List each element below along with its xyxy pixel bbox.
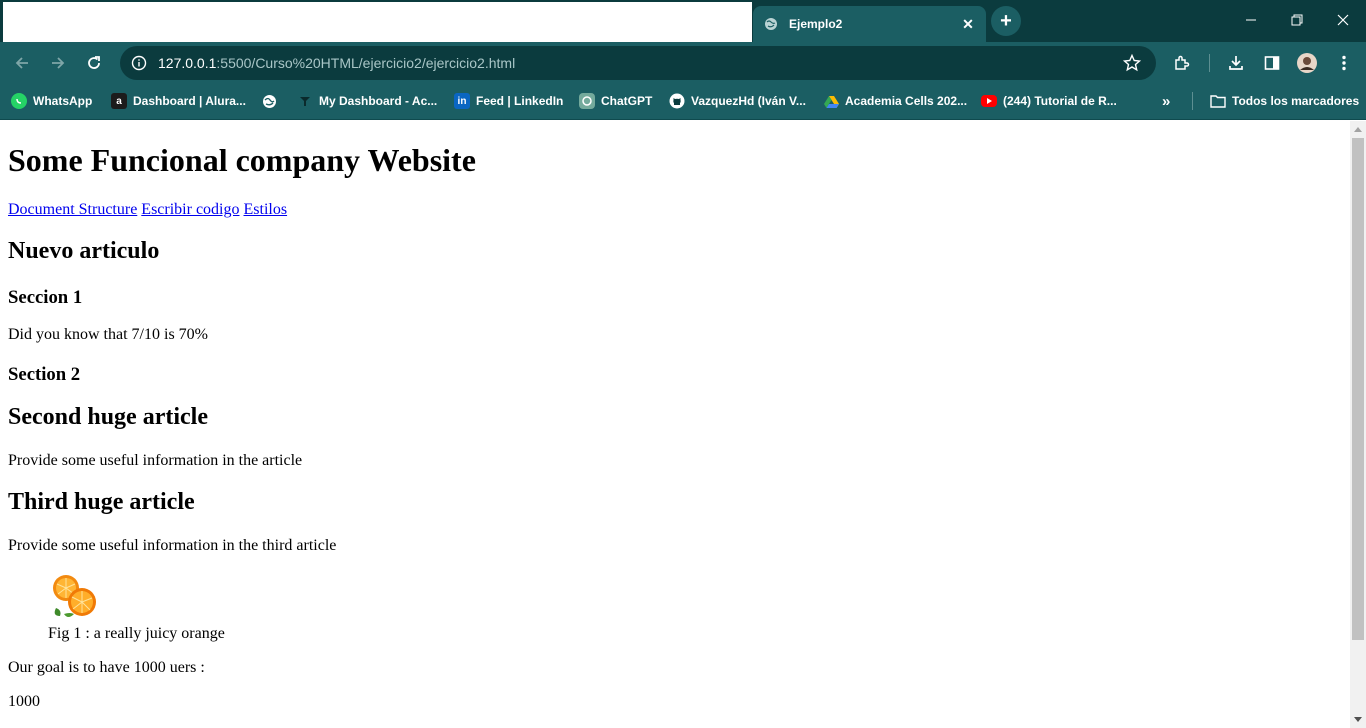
bookmark-label: VazquezHd (Iván V... — [691, 94, 806, 108]
side-panel-icon[interactable] — [1259, 50, 1285, 76]
bookmarks-overflow-button[interactable]: » — [1162, 91, 1170, 111]
youtube-icon — [981, 95, 997, 107]
section-heading-2: Section 2 — [8, 364, 81, 385]
article-3-text: Provide some useful information in the t… — [8, 537, 337, 554]
bookmarks-divider — [1192, 92, 1193, 110]
article-2-text: Provide some useful information in the a… — [8, 452, 303, 469]
bookmark-label: ChatGPT — [601, 94, 653, 108]
menu-icon[interactable] — [1331, 50, 1357, 76]
tab-close-icon[interactable]: ✕ — [958, 14, 978, 34]
minimize-icon[interactable] — [1228, 0, 1274, 40]
tab-ejemplo2[interactable]: Ejemplo2 ✕ — [753, 6, 986, 42]
scroll-down-arrow-icon[interactable] — [1350, 714, 1366, 726]
address-bar[interactable]: 127.0.0.1:5500/Curso%20HTML/ejercicio2/e… — [120, 46, 1156, 80]
restore-icon[interactable] — [1274, 0, 1320, 40]
orange-image — [53, 575, 96, 617]
bookmark-label: Feed | LinkedIn — [476, 94, 564, 108]
page-scrollbar[interactable] — [1350, 121, 1366, 728]
browser-toolbar: 127.0.0.1:5500/Curso%20HTML/ejercicio2/e… — [0, 42, 1366, 82]
tab-title: Ejemplo2 — [789, 17, 843, 31]
bookmark-label: My Dashboard - Ac... — [319, 94, 438, 108]
goal-value: 1000 — [8, 693, 40, 710]
all-bookmarks-label: Todos los marcadores — [1232, 94, 1360, 108]
bookmark-label: Dashboard | Alura... — [133, 94, 246, 108]
new-tab-button[interactable]: + — [991, 6, 1021, 36]
reload-icon[interactable] — [81, 50, 107, 76]
site-info-icon[interactable] — [128, 52, 150, 74]
blank-tab-area[interactable] — [3, 2, 752, 42]
bookmark-star-icon[interactable] — [1122, 53, 1142, 73]
whatsapp-icon — [11, 93, 27, 109]
bookmark-label: (244) Tutorial de R... — [1003, 94, 1117, 108]
folder-icon — [1210, 93, 1226, 109]
back-arrow-icon[interactable] — [9, 50, 35, 76]
url-path: :5500/Curso%20HTML/ejercicio2/ejercicio2… — [216, 55, 516, 71]
page-title: Some Funcional company Website — [8, 142, 476, 178]
globe-icon — [261, 93, 277, 109]
url-text: 127.0.0.1:5500/Curso%20HTML/ejercicio2/e… — [158, 55, 515, 71]
downloads-icon[interactable] — [1223, 50, 1249, 76]
github-icon — [669, 93, 685, 109]
bookmark-my-dashboard[interactable]: My Dashboard - Ac... — [297, 91, 437, 111]
dashboard-icon — [297, 93, 313, 109]
bookmark-globe[interactable] — [261, 91, 283, 111]
article-heading-nuevo-articulo: Nuevo articulo — [8, 238, 160, 264]
scroll-up-arrow-icon[interactable] — [1350, 123, 1366, 135]
alura-icon: a — [111, 93, 127, 109]
nav-link-estilos[interactable]: Estilos — [244, 201, 288, 218]
bookmark-whatsapp[interactable]: WhatsApp — [11, 91, 92, 111]
chatgpt-icon — [579, 93, 595, 109]
page-viewport: Some Funcional company Website Document … — [0, 121, 1350, 728]
forward-arrow-icon[interactable] — [45, 50, 71, 76]
bookmarks-bar: WhatsApp a Dashboard | Alura... My Dashb… — [0, 82, 1366, 120]
bookmark-github[interactable]: VazquezHd (Iván V... — [669, 91, 806, 111]
scrollbar-thumb[interactable] — [1352, 138, 1364, 640]
extensions-icon[interactable] — [1169, 50, 1195, 76]
close-window-icon[interactable] — [1320, 0, 1366, 40]
tab-strip: Ejemplo2 ✕ + — [0, 0, 1366, 42]
section-1-text: Did you know that 7/10 is 70% — [8, 326, 208, 343]
goal-text: Our goal is to have 1000 uers : — [8, 659, 205, 676]
linkedin-icon: in — [454, 93, 470, 109]
site-nav: Document Structure Escribir codigo Estil… — [8, 201, 287, 219]
toolbar-divider — [1209, 54, 1210, 72]
globe-icon — [763, 16, 779, 32]
nav-link-document-structure[interactable]: Document Structure — [8, 201, 137, 218]
figure-caption: Fig 1 : a really juicy orange — [48, 625, 225, 642]
bookmark-label: Academia Cells 202... — [845, 94, 968, 108]
profile-avatar[interactable] — [1294, 50, 1320, 76]
bookmark-youtube[interactable]: (244) Tutorial de R... — [981, 91, 1117, 111]
article-heading-third: Third huge article — [8, 489, 195, 515]
bookmark-label: WhatsApp — [33, 94, 93, 108]
nav-link-escribir-codigo[interactable]: Escribir codigo — [141, 201, 239, 218]
bookmark-alura[interactable]: a Dashboard | Alura... — [111, 91, 246, 111]
url-host: 127.0.0.1 — [158, 55, 217, 71]
bookmark-academia-cells[interactable]: Academia Cells 202... — [823, 91, 967, 111]
all-bookmarks-folder[interactable]: Todos los marcadores — [1210, 91, 1359, 111]
google-drive-icon — [823, 93, 839, 109]
bookmark-linkedin[interactable]: in Feed | LinkedIn — [454, 91, 563, 111]
bookmark-chatgpt[interactable]: ChatGPT — [579, 91, 652, 111]
article-heading-second: Second huge article — [8, 404, 208, 430]
section-heading-1: Seccion 1 — [8, 287, 83, 308]
